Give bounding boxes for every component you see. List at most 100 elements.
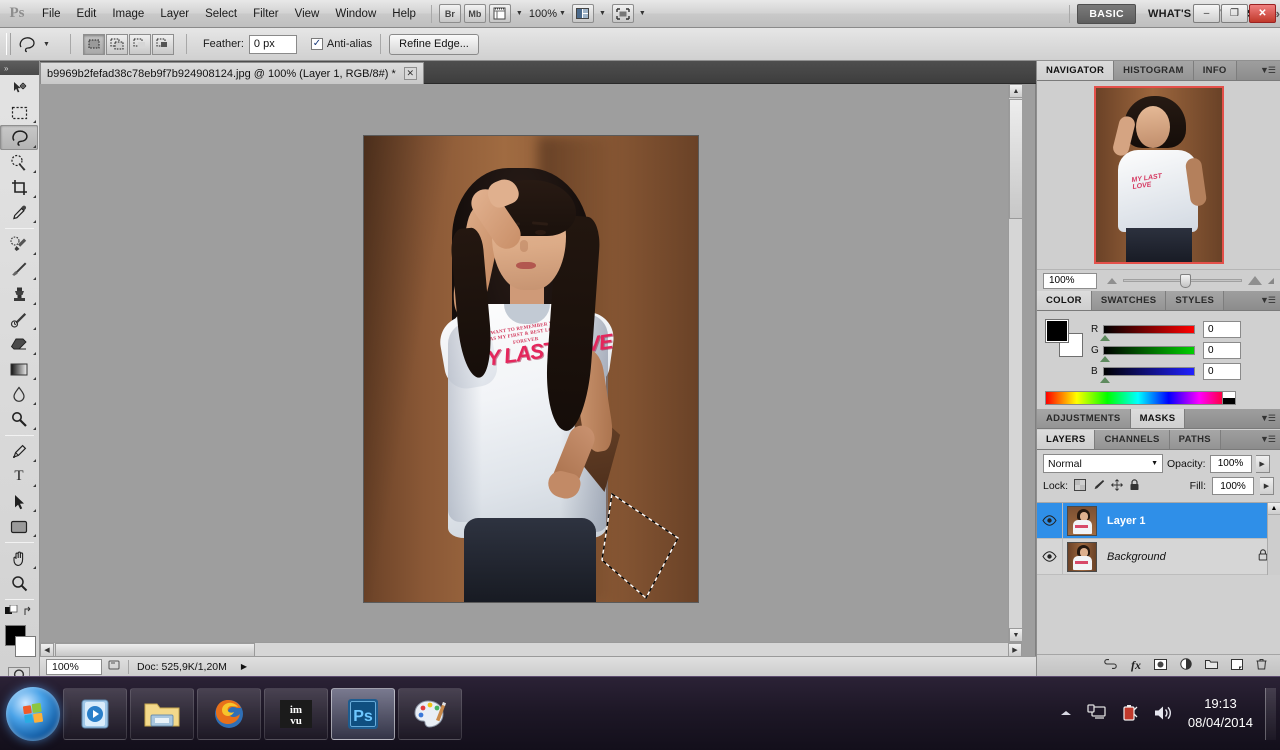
tool-gradient-tool[interactable] — [0, 357, 38, 382]
launch-bridge-button[interactable]: Br — [438, 4, 461, 23]
tool-move-tool[interactable] — [0, 75, 38, 100]
launch-mini-bridge-button[interactable]: Mb — [463, 4, 486, 23]
zoom-in-mountain-icon[interactable] — [1247, 276, 1262, 285]
menu-view[interactable]: View — [287, 5, 328, 23]
view-extras-chevron-down-icon[interactable]: ▼ — [516, 10, 523, 17]
tool-rectangle-tool[interactable] — [0, 514, 38, 539]
menu-layer[interactable]: Layer — [152, 5, 197, 23]
navigator-zoom-slider-thumb[interactable] — [1180, 274, 1192, 288]
arrange-documents-icon[interactable] — [571, 4, 594, 23]
tool-blur-tool[interactable] — [0, 382, 38, 407]
layers-panel-menu-icon[interactable]: ▼☰ — [1260, 434, 1276, 445]
color-blackwhite-picker[interactable] — [1222, 391, 1236, 405]
status-zoom-input[interactable]: 100% — [46, 658, 102, 675]
color-panel-menu-icon[interactable]: ▼☰ — [1260, 295, 1276, 306]
fill-value[interactable]: 100% — [1212, 477, 1254, 495]
menu-file[interactable]: File — [34, 5, 69, 23]
foreground-background-swatches[interactable] — [0, 622, 38, 662]
new-layer-icon[interactable] — [1231, 658, 1243, 673]
tab-paths[interactable]: PATHS — [1169, 430, 1221, 449]
tab-swatches[interactable]: SWATCHES — [1091, 291, 1167, 310]
anti-alias-checkbox[interactable]: ✓ — [310, 38, 323, 50]
layer-row-layer-1[interactable]: Layer 1 — [1037, 503, 1280, 539]
fill-stepper-icon[interactable]: ▶ — [1260, 477, 1274, 495]
minimize-button[interactable]: – — [1193, 4, 1220, 23]
menu-filter[interactable]: Filter — [245, 5, 287, 23]
tool-preset-picker[interactable]: ▼ — [17, 35, 62, 53]
navigator-thumbnail-area[interactable]: MY LAST LOVE — [1037, 81, 1280, 269]
navigator-zoom-input[interactable]: 100% — [1043, 272, 1097, 289]
color-slider-knob-b[interactable] — [1100, 377, 1110, 383]
windows-media-player-taskbar-icon[interactable] — [63, 687, 127, 740]
intersect-with-selection-button[interactable] — [151, 33, 174, 55]
show-desktop-button[interactable] — [1265, 688, 1276, 740]
color-panel-swatches[interactable] — [1045, 319, 1083, 357]
tool-crop-tool[interactable] — [0, 175, 38, 200]
network-icon[interactable] — [1087, 703, 1107, 725]
add-layer-style-icon[interactable]: fx — [1131, 658, 1141, 673]
color-slider-g[interactable] — [1100, 346, 1195, 362]
new-adjustment-layer-icon[interactable] — [1180, 658, 1192, 673]
photoshop-taskbar-icon[interactable]: Ps — [331, 687, 395, 740]
arrange-chevron-down-icon[interactable]: ▼ — [599, 10, 606, 17]
tab-styles[interactable]: STYLES — [1166, 291, 1225, 310]
lock-transparent-pixels-icon[interactable] — [1074, 478, 1087, 494]
tool-lasso-tool[interactable] — [0, 125, 38, 150]
navigator-thumbnail[interactable]: MY LAST LOVE — [1093, 86, 1224, 264]
canvas-viewport[interactable]: I WANT TO REMEMBER YOU AS MY FIRST & BES… — [40, 84, 1022, 656]
layer-visibility-toggle-background[interactable] — [1037, 539, 1063, 574]
windows-explorer-taskbar-icon[interactable] — [130, 687, 194, 740]
layer-name-background[interactable]: Background — [1107, 551, 1166, 563]
lock-image-pixels-icon[interactable] — [1092, 479, 1105, 494]
color-foreground-swatch[interactable] — [1045, 319, 1069, 343]
paint-taskbar-icon[interactable] — [398, 687, 462, 740]
canvas-vertical-scrollbar[interactable]: ▲ ▼ — [1008, 84, 1022, 642]
feather-input[interactable]: 0 px — [248, 34, 297, 54]
menu-edit[interactable]: Edit — [69, 5, 105, 23]
color-value-b[interactable]: 0 — [1203, 363, 1241, 380]
layer-visibility-toggle-layer-1[interactable] — [1037, 503, 1063, 538]
tab-layers[interactable]: LAYERS — [1037, 430, 1096, 449]
opacity-stepper-icon[interactable]: ▶ — [1255, 454, 1270, 473]
tool-pen-tool[interactable] — [0, 439, 38, 464]
color-slider-b[interactable] — [1100, 367, 1195, 383]
navigator-panel-menu-icon[interactable]: ▼☰ — [1260, 65, 1276, 76]
zoom-chevron-down-icon[interactable]: ▼ — [559, 10, 566, 17]
workspace-basic-button[interactable]: BASIC — [1077, 3, 1136, 24]
background-color-swatch[interactable] — [15, 636, 36, 657]
tool-eyedropper-tool[interactable] — [0, 200, 38, 225]
tool-rectangular-marquee-tool[interactable] — [0, 100, 38, 125]
zoom-out-mountain-icon[interactable] — [1107, 277, 1117, 284]
color-slider-knob-g[interactable] — [1100, 356, 1110, 362]
menu-window[interactable]: Window — [327, 5, 384, 23]
document-tab[interactable]: b9969b2fefad38c78eb9f7b924908124.jpg @ 1… — [40, 62, 424, 84]
subtract-from-selection-button[interactable] — [128, 33, 151, 55]
refine-edge-button[interactable]: Refine Edge... — [389, 33, 479, 55]
menu-select[interactable]: Select — [197, 5, 245, 23]
anti-alias-checkbox-group[interactable]: ✓ Anti-alias — [310, 38, 372, 50]
tab-adjustments[interactable]: ADJUSTMENTS — [1037, 409, 1131, 428]
toolbox-collapse-handle[interactable]: » — [0, 61, 39, 75]
volume-icon[interactable] — [1153, 704, 1173, 725]
tab-color[interactable]: COLOR — [1037, 291, 1092, 310]
status-proof-icon[interactable] — [108, 659, 120, 674]
show-hidden-icons-arrow-icon[interactable] — [1059, 708, 1073, 721]
status-info-arrow-icon[interactable]: ▶ — [241, 662, 247, 671]
options-bar-grip[interactable] — [6, 33, 11, 55]
tool-path-selection-tool[interactable] — [0, 489, 38, 514]
imvu-taskbar-icon[interactable]: im vu — [264, 687, 328, 740]
tool-eraser-tool[interactable] — [0, 332, 38, 357]
menu-image[interactable]: Image — [104, 5, 152, 23]
tool-brush-tool[interactable] — [0, 257, 38, 282]
tool-preset-chevron-down-icon[interactable]: ▼ — [43, 41, 50, 48]
tool-history-brush-tool[interactable] — [0, 307, 38, 332]
tab-channels[interactable]: CHANNELS — [1095, 430, 1170, 449]
tool-type-tool[interactable]: T — [0, 464, 38, 489]
tab-navigator[interactable]: NAVIGATOR — [1037, 61, 1115, 80]
view-extras-icon[interactable] — [488, 4, 511, 23]
tool-zoom-tool[interactable] — [0, 571, 38, 596]
new-selection-button[interactable] — [82, 33, 105, 55]
color-value-r[interactable]: 0 — [1203, 321, 1241, 338]
color-value-g[interactable]: 0 — [1203, 342, 1241, 359]
tool-clone-stamp-tool[interactable] — [0, 282, 38, 307]
